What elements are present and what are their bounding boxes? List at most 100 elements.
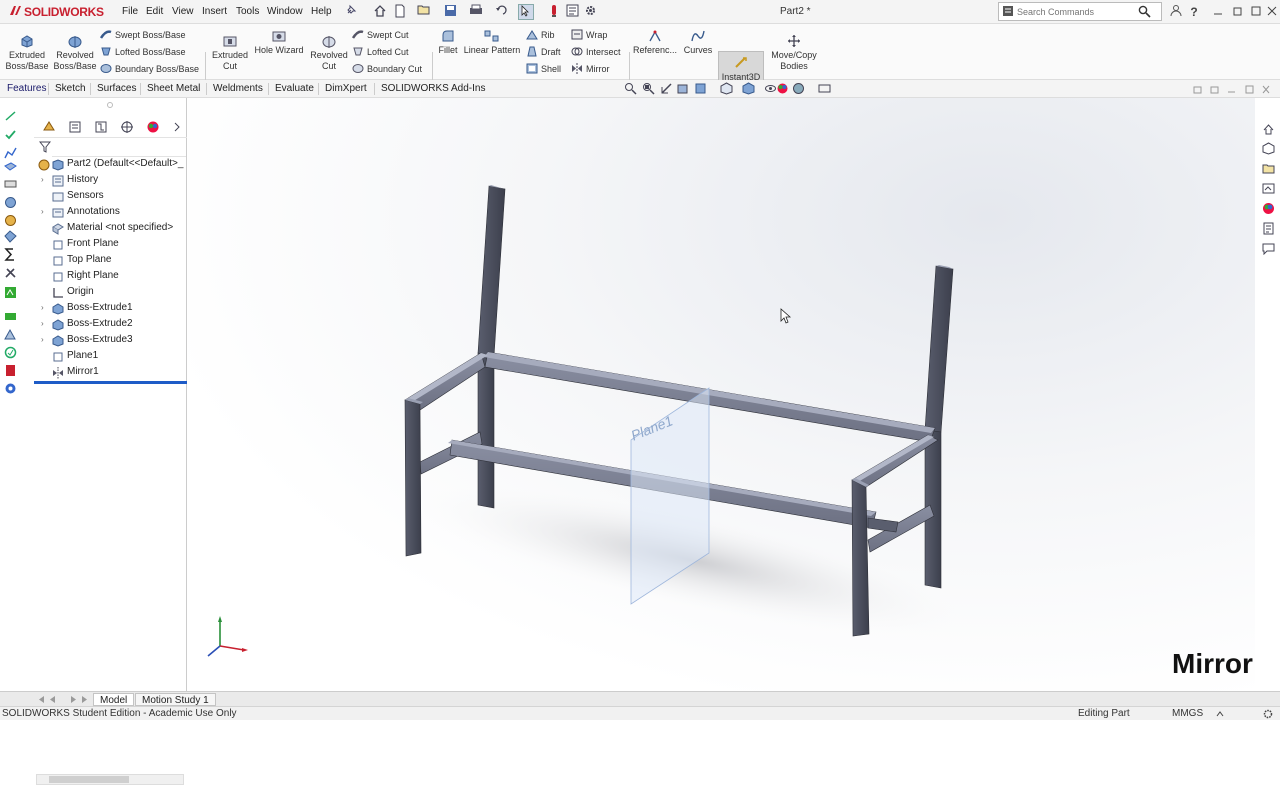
new-document-icon[interactable]: [392, 4, 408, 20]
display-manager-tab-icon[interactable]: [146, 120, 160, 134]
tab-solidworks-addins[interactable]: SOLIDWORKS Add-Ins: [376, 80, 490, 98]
tab-sketch[interactable]: Sketch: [50, 80, 91, 98]
scrollbar-thumb[interactable]: [49, 776, 129, 783]
forum-icon[interactable]: [1262, 242, 1275, 255]
mass-properties-icon[interactable]: [4, 196, 17, 209]
search-commands[interactable]: [998, 2, 1162, 21]
custom-properties-icon[interactable]: [1262, 222, 1275, 235]
move-copy-bodies-button[interactable]: Move/Copy Bodies: [768, 34, 820, 72]
swept-boss-button[interactable]: Swept Boss/Base: [100, 29, 186, 40]
tree-item-origin[interactable]: Origin: [34, 285, 187, 301]
sketch-icon[interactable]: [4, 146, 17, 159]
home-icon[interactable]: [372, 4, 388, 20]
view-settings-icon[interactable]: [818, 82, 831, 95]
tab-evaluate[interactable]: Evaluate: [270, 80, 319, 98]
equations-icon[interactable]: [4, 248, 17, 261]
revolved-cut-button[interactable]: Revolved Cut: [306, 34, 352, 72]
evaluate-icon[interactable]: [4, 286, 17, 299]
print-icon[interactable]: [468, 4, 484, 20]
design-checker-icon[interactable]: [4, 346, 17, 359]
display-style-icon[interactable]: [742, 82, 755, 95]
swept-cut-button[interactable]: Swept Cut: [352, 29, 409, 40]
filter-icon[interactable]: [39, 141, 51, 153]
tree-item-boss-extrude1[interactable]: › Boss-Extrude1: [34, 301, 187, 317]
curves-button[interactable]: Curves: [680, 29, 716, 56]
tab-scroll-arrows[interactable]: [36, 694, 88, 705]
tree-horizontal-scrollbar[interactable]: [36, 774, 184, 785]
extruded-boss-button[interactable]: Extruded Boss/Base: [4, 34, 50, 72]
confirm-icon[interactable]: [4, 128, 17, 141]
reference-geometry-button[interactable]: Referenc...: [632, 29, 678, 56]
expand-icon[interactable]: ›: [41, 319, 49, 329]
minimize-icon[interactable]: [1210, 4, 1226, 20]
previous-view-icon[interactable]: [660, 82, 673, 95]
customize-status-icon[interactable]: [1262, 708, 1274, 720]
tab-sheet-metal[interactable]: Sheet Metal: [142, 80, 205, 98]
tree-item-annotations[interactable]: › Annotations: [34, 205, 187, 221]
maximize-icon[interactable]: [1248, 4, 1264, 20]
geometry-analysis-icon[interactable]: [4, 328, 17, 341]
tree-item-material[interactable]: Material <not specified>: [34, 221, 187, 237]
menu-insert[interactable]: Insert: [202, 6, 227, 17]
file-explorer-icon[interactable]: [1262, 162, 1275, 175]
tree-item-boss-extrude2[interactable]: › Boss-Extrude2: [34, 317, 187, 333]
tab-dimxpert[interactable]: DimXpert: [320, 80, 372, 98]
simulation-icon[interactable]: [4, 382, 17, 395]
search-icon[interactable]: [1138, 5, 1151, 18]
units-selector[interactable]: MMGS: [1172, 708, 1203, 719]
viewport-window-controls[interactable]: [1192, 85, 1272, 95]
tree-item-right-plane[interactable]: Right Plane: [34, 269, 187, 285]
draft-button[interactable]: Draft: [526, 46, 561, 57]
apply-scene-icon[interactable]: [792, 82, 805, 95]
tree-item-top-plane[interactable]: Top Plane: [34, 253, 187, 269]
tools-icon[interactable]: [4, 266, 17, 279]
view-palette-icon[interactable]: [1262, 182, 1275, 195]
section-view-icon[interactable]: [676, 82, 689, 95]
rebuild-icon[interactable]: [546, 4, 562, 20]
chevron-right-icon[interactable]: [172, 120, 182, 134]
dimxpert-manager-tab-icon[interactable]: [120, 120, 134, 134]
tree-item-sensors[interactable]: Sensors: [34, 189, 187, 205]
close-icon[interactable]: [1264, 4, 1280, 20]
boundary-cut-button[interactable]: Boundary Cut: [352, 63, 422, 74]
open-folder-icon[interactable]: [416, 4, 432, 20]
pin-icon[interactable]: [343, 4, 359, 20]
dynamic-annotation-icon[interactable]: [694, 82, 707, 95]
extruded-cut-button[interactable]: Extruded Cut: [207, 34, 253, 72]
revolved-boss-button[interactable]: Revolved Boss/Base: [52, 34, 98, 72]
tree-item-mirror1[interactable]: Mirror1: [34, 365, 187, 381]
expand-icon[interactable]: ›: [41, 175, 49, 185]
view-orientation-icon[interactable]: [720, 82, 733, 95]
tree-item-boss-extrude3[interactable]: › Boss-Extrude3: [34, 333, 187, 349]
restore-icon[interactable]: [1230, 4, 1246, 20]
expand-icon[interactable]: ›: [41, 207, 49, 217]
zoom-to-fit-icon[interactable]: [624, 82, 637, 95]
lofted-boss-button[interactable]: Lofted Boss/Base: [100, 46, 186, 57]
help-icon[interactable]: ?: [1186, 4, 1202, 20]
tree-item-history[interactable]: › History: [34, 173, 187, 189]
undo-icon[interactable]: [494, 4, 510, 20]
tree-item-plane1[interactable]: Plane1: [34, 349, 187, 365]
tab-model[interactable]: Model: [93, 693, 135, 706]
expand-icon[interactable]: ›: [41, 303, 49, 313]
menu-help[interactable]: Help: [311, 6, 332, 17]
tab-surfaces[interactable]: Surfaces: [92, 80, 141, 98]
section-properties-icon[interactable]: [4, 214, 17, 227]
measure-icon[interactable]: [4, 178, 17, 191]
tab-features[interactable]: Features: [2, 80, 51, 98]
tab-motion-study-1[interactable]: Motion Study 1: [135, 693, 216, 706]
user-icon[interactable]: [1168, 4, 1184, 20]
tab-weldments[interactable]: Weldments: [208, 80, 268, 98]
chevron-up-icon[interactable]: [1216, 710, 1224, 718]
app-logo[interactable]: SOLIDWORKS: [8, 4, 104, 19]
lofted-cut-button[interactable]: Lofted Cut: [352, 46, 409, 57]
appearances-icon[interactable]: [1262, 202, 1275, 215]
intersect-button[interactable]: Intersect: [571, 46, 621, 57]
check-icon[interactable]: [4, 230, 17, 243]
rollback-bar[interactable]: [34, 381, 187, 384]
design-library-icon[interactable]: [1262, 142, 1275, 155]
tree-root-part[interactable]: Part2 (Default<<Default>_: [34, 157, 187, 173]
fillet-button[interactable]: Fillet: [434, 29, 462, 56]
menu-view[interactable]: View: [172, 6, 194, 17]
shell-button[interactable]: Shell: [526, 63, 561, 74]
